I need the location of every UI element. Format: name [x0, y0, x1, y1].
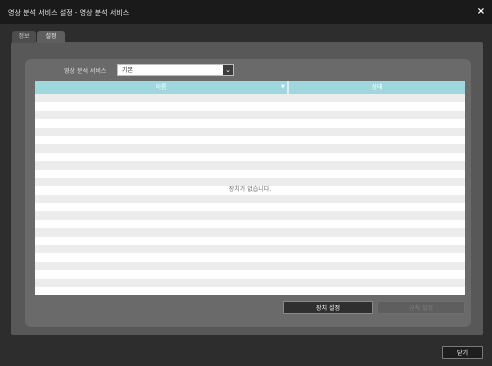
table-row	[35, 219, 465, 229]
table-row	[35, 152, 465, 162]
table-row	[35, 211, 465, 220]
table-row	[35, 102, 465, 111]
chevron-down-icon[interactable]: ⌄	[223, 65, 233, 75]
tab-info[interactable]: 정보	[12, 31, 36, 43]
table-row	[35, 169, 465, 178]
table-row	[35, 253, 465, 262]
table-row	[35, 135, 465, 145]
table-row	[35, 245, 465, 254]
window-title: 영상 분석 서비스 설정 - 영상 분석 서비스	[8, 9, 130, 17]
table-row	[35, 94, 465, 103]
table-row	[35, 236, 465, 246]
table-row	[35, 144, 465, 153]
tab-settings[interactable]: 설정	[37, 31, 65, 43]
table-row	[35, 110, 465, 120]
close-button[interactable]: 닫기	[442, 346, 483, 359]
table-row	[35, 161, 465, 170]
sort-arrow-icon[interactable]: ▼	[281, 85, 285, 90]
table-header: 이름 ▼ 상태	[35, 81, 465, 94]
table-row	[35, 203, 465, 212]
table-row	[35, 261, 465, 271]
service-label: 영상 분석 서비스	[64, 68, 107, 75]
device-table: 이름 ▼ 상태 장치가 없습니다.	[35, 81, 465, 295]
rule-settings-button[interactable]: 규칙 설정	[377, 301, 465, 314]
column-header-state[interactable]: 상태	[289, 81, 465, 94]
table-row	[35, 127, 465, 136]
table-row	[35, 270, 465, 279]
service-select[interactable]: 기본 ⌄	[117, 64, 234, 76]
table-row	[35, 228, 465, 237]
table-row	[35, 194, 465, 204]
device-settings-button[interactable]: 장치 설정	[283, 301, 373, 314]
title-bar: 영상 분석 서비스 설정 - 영상 분석 서비스 ×	[0, 0, 492, 24]
column-header-name[interactable]: 이름	[35, 81, 287, 94]
table-row	[35, 286, 465, 295]
table-row	[35, 278, 465, 287]
service-selected-value: 기본	[122, 67, 134, 74]
table-body	[35, 94, 465, 295]
table-row	[35, 119, 465, 128]
empty-message: 장치가 없습니다.	[228, 186, 272, 193]
close-icon[interactable]: ×	[476, 7, 486, 17]
